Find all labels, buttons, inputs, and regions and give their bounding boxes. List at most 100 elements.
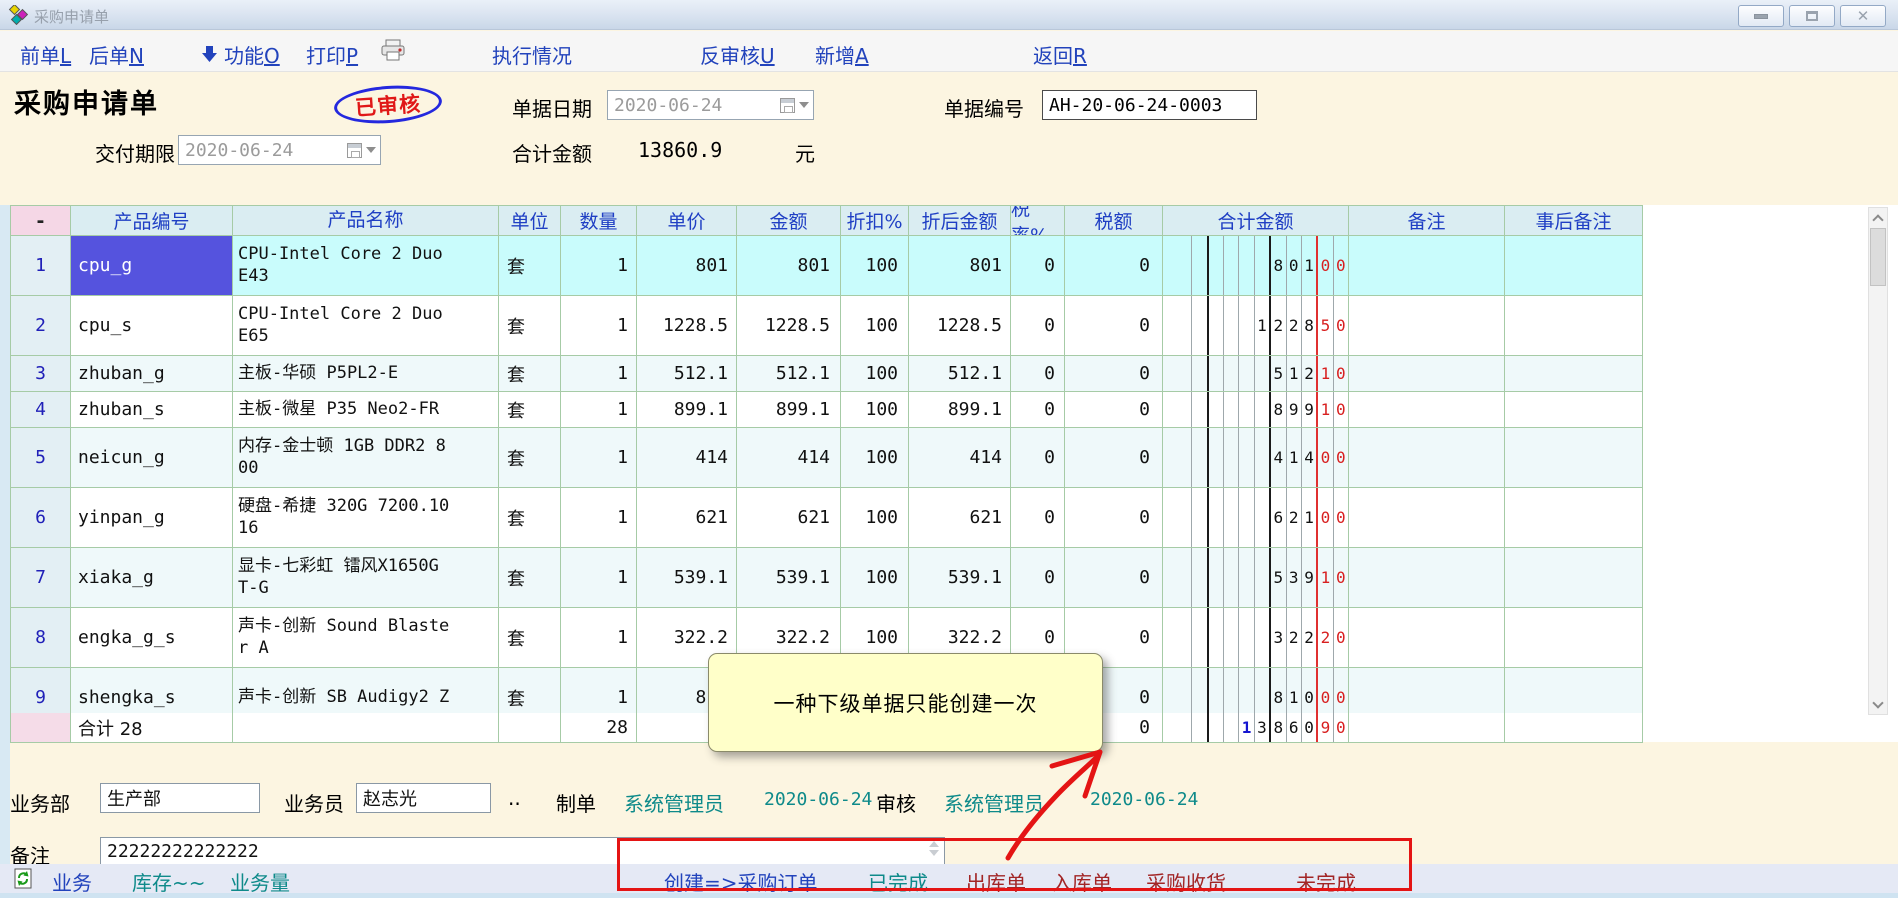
grid-cell[interactable]: 801: [737, 236, 841, 296]
grid-cell[interactable]: 主板-微星 P35 Neo2-FR: [233, 392, 499, 428]
toolbar-link-业务量[interactable]: 业务量: [230, 867, 290, 896]
grid-cell[interactable]: 4: [11, 392, 71, 428]
grid-cell[interactable]: 414: [737, 428, 841, 488]
table-row-5[interactable]: 5neicun_g内存-金士顿 1GB DDR2 8 00套1414414100…: [11, 428, 1643, 488]
grid-cell[interactable]: 0: [1011, 296, 1065, 356]
menu-item-P[interactable]: 打印P: [306, 40, 358, 69]
grid-cell[interactable]: [1505, 356, 1643, 392]
grid-cell[interactable]: 0: [1065, 548, 1163, 608]
grid-cell[interactable]: 100: [841, 488, 909, 548]
grid-cell[interactable]: 539.1: [637, 548, 737, 608]
grid-cell[interactable]: 0: [1065, 296, 1163, 356]
grid-cell[interactable]: [1505, 608, 1643, 668]
grid-cell[interactable]: 41400: [1163, 428, 1349, 488]
grid-cell[interactable]: 1: [561, 428, 637, 488]
table-row-3[interactable]: 3zhuban_g主板-华硕 P5PL2-E套1512.1512.1100512…: [11, 356, 1643, 392]
grid-cell[interactable]: 0: [1065, 356, 1163, 392]
toolbar-link-采购收货[interactable]: 采购收货: [1146, 867, 1226, 896]
grid-cell[interactable]: 512.1: [909, 356, 1011, 392]
grid-cell[interactable]: 51210: [1163, 356, 1349, 392]
grid-cell[interactable]: 合计 28: [71, 713, 233, 743]
grid-cell[interactable]: 539.1: [737, 548, 841, 608]
grid-cell[interactable]: 9: [11, 668, 71, 713]
grid-cell[interactable]: 0: [1065, 236, 1163, 296]
doc-date-field[interactable]: 2020-06-24: [607, 90, 814, 120]
grid-cell[interactable]: 1: [561, 296, 637, 356]
doc-no-field[interactable]: AH-20-06-24-0003: [1042, 90, 1257, 120]
grid-cell[interactable]: 899.1: [737, 392, 841, 428]
close-button[interactable]: ✕: [1840, 5, 1886, 27]
grid-cell[interactable]: 801: [909, 236, 1011, 296]
menu-item-L[interactable]: 前单L: [20, 40, 71, 69]
grid-cell[interactable]: shengka_s: [71, 668, 233, 713]
table-row-2[interactable]: 2cpu_sCPU-Intel Core 2 Duo E65套11228.512…: [11, 296, 1643, 356]
toolbar-link-入库单[interactable]: 入库单: [1052, 867, 1112, 896]
maximize-button[interactable]: [1789, 5, 1835, 27]
grid-cell[interactable]: 32220: [1163, 608, 1349, 668]
grid-cell[interactable]: 0: [1011, 356, 1065, 392]
grid-cell[interactable]: [1505, 548, 1643, 608]
grid-cell[interactable]: [1349, 548, 1505, 608]
browse-dots-button[interactable]: ..: [508, 786, 521, 810]
grid-cell[interactable]: 899.1: [637, 392, 737, 428]
toolbar-link-库存~~[interactable]: 库存~~: [132, 867, 206, 896]
scroll-down-button[interactable]: [1869, 695, 1887, 714]
grid-cell[interactable]: 801: [637, 236, 737, 296]
grid-cell[interactable]: 539.1: [909, 548, 1011, 608]
grid-cell[interactable]: 1: [561, 392, 637, 428]
grid-cell[interactable]: 28: [561, 713, 637, 743]
grid-cell[interactable]: 套: [499, 236, 561, 296]
grid-cell[interactable]: engka_g_s: [71, 608, 233, 668]
grid-cell[interactable]: 100: [841, 392, 909, 428]
grid-cell[interactable]: [1505, 428, 1643, 488]
grid-cell[interactable]: [1349, 236, 1505, 296]
grid-cell[interactable]: 621: [637, 488, 737, 548]
grid-cell[interactable]: 100: [841, 236, 909, 296]
grid-cell[interactable]: yinpan_g: [71, 488, 233, 548]
toolbar-link-已完成[interactable]: 已完成: [868, 867, 928, 896]
grid-cell[interactable]: 0: [1011, 428, 1065, 488]
grid-cell[interactable]: 100: [841, 356, 909, 392]
grid-cell[interactable]: [1505, 713, 1643, 743]
minimize-button[interactable]: [1738, 5, 1784, 27]
grid-cell[interactable]: [1349, 608, 1505, 668]
grid-cell[interactable]: 1228.5: [637, 296, 737, 356]
scrollbar-thumb[interactable]: [1870, 228, 1886, 286]
grid-cell[interactable]: 53910: [1163, 548, 1349, 608]
menu-item-执行情况[interactable]: 执行情况: [492, 40, 572, 69]
grid-cell[interactable]: 81000: [1163, 668, 1349, 713]
grid-cell[interactable]: 89910: [1163, 392, 1349, 428]
grid-cell[interactable]: 1386090: [1163, 713, 1349, 743]
dept-input[interactable]: 生产部: [100, 783, 260, 813]
grid-cell[interactable]: 1: [561, 356, 637, 392]
toolbar-link-创建=>采购订单[interactable]: 创建=>采购订单: [664, 867, 818, 896]
grid-cell[interactable]: 1: [561, 668, 637, 713]
grid-cell[interactable]: 套: [499, 488, 561, 548]
toolbar-link-出库单[interactable]: 出库单: [966, 867, 1026, 896]
grid-cell[interactable]: 套: [499, 392, 561, 428]
grid-cell[interactable]: [1349, 488, 1505, 548]
grid-cell[interactable]: [1505, 236, 1643, 296]
grid-cell[interactable]: 0: [1011, 236, 1065, 296]
grid-cell[interactable]: 8: [11, 608, 71, 668]
grid-cell[interactable]: [1505, 668, 1643, 713]
grid-cell[interactable]: 2: [11, 296, 71, 356]
grid-viewport[interactable]: 1cpu_gCPU-Intel Core 2 Duo E43套180180110…: [11, 236, 1643, 713]
grid-cell[interactable]: 1: [561, 236, 637, 296]
grid-cell[interactable]: 套: [499, 356, 561, 392]
menu-item-O[interactable]: 功能O: [224, 40, 280, 69]
grid-cell[interactable]: 套: [499, 428, 561, 488]
grid-cell[interactable]: 621: [737, 488, 841, 548]
menu-item-A[interactable]: 新增A: [815, 40, 869, 69]
menu-item-U[interactable]: 反审核U: [700, 40, 775, 69]
grid-cell[interactable]: 套: [499, 548, 561, 608]
grid-cell[interactable]: 122850: [1163, 296, 1349, 356]
grid-cell[interactable]: 1: [561, 608, 637, 668]
selected-cell[interactable]: cpu_g: [71, 236, 233, 296]
grid-cell[interactable]: 5: [11, 428, 71, 488]
grid-cell[interactable]: 1: [561, 488, 637, 548]
remark-input[interactable]: 22222222222222: [100, 837, 945, 865]
table-row-4[interactable]: 4zhuban_s主板-微星 P35 Neo2-FR套1899.1899.110…: [11, 392, 1643, 428]
chevron-down-icon[interactable]: [799, 102, 809, 108]
grid-cell[interactable]: [499, 713, 561, 743]
